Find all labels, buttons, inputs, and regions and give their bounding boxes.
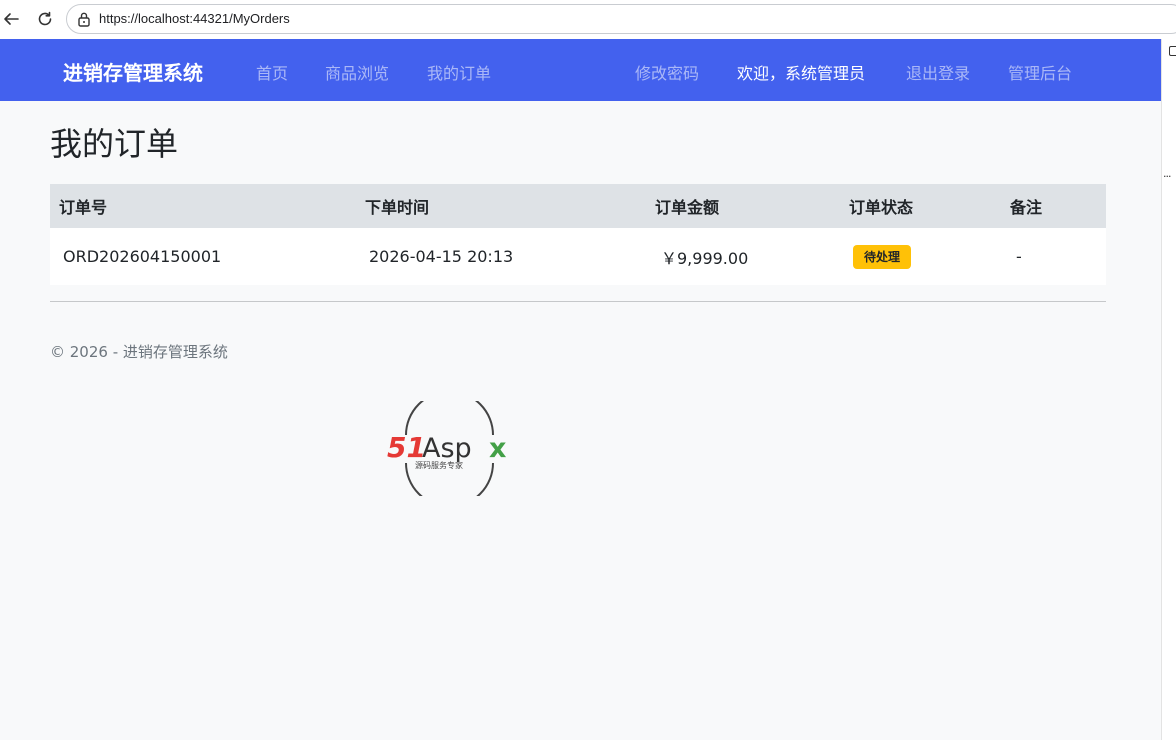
page-title: 我的订单 <box>50 125 179 163</box>
column-header-amount: 订单金额 <box>655 198 720 217</box>
column-header-note: 备注 <box>1010 198 1043 217</box>
nav-link-logout[interactable]: 退出登录 <box>906 60 970 84</box>
order-status-cell: 待处理 <box>849 228 1010 285</box>
column-header-order-time: 下单时间 <box>365 198 430 217</box>
navbar-brand[interactable]: 进销存管理系统 <box>63 57 203 86</box>
welcome-user-text: 欢迎，系统管理员 <box>737 64 866 83</box>
nav-link-admin[interactable]: 管理后台 <box>1008 60 1072 84</box>
back-arrow-icon <box>4 13 19 25</box>
nav-link-change-password[interactable]: 修改密码 <box>635 60 699 84</box>
column-header-status: 订单状态 <box>849 198 914 217</box>
nav-link-home[interactable]: 首页 <box>256 60 288 84</box>
navbar: 进销存管理系统 首页 商品浏览 我的订单 修改密码 欢迎，系统管理员 退出登录 … <box>0 39 1161 101</box>
table-header-row: 订单号 下单时间 订单金额 订单状态 备注 <box>50 184 1106 228</box>
footer-divider <box>50 301 1106 302</box>
footer-copyright: © 2026 - 进销存管理系统 <box>50 343 228 361</box>
nav-link-my-orders[interactable]: 我的订单 <box>427 60 491 84</box>
order-note-cell: - <box>1016 247 1022 266</box>
lock-icon <box>78 12 90 27</box>
logo-subtitle: 源码服务专家 <box>415 460 463 470</box>
logo-dark-text: Asp <box>422 433 472 464</box>
address-bar[interactable]: https://localhost:44321/MyOrders <box>66 4 1176 34</box>
logo-red-text: 51 <box>387 431 426 464</box>
logo-green-text: x <box>489 433 506 464</box>
watermark-logo: 51 Asp x 源码服务专家 <box>387 401 506 496</box>
status-badge: 待处理 <box>853 244 912 269</box>
sidebar-toggle-icon[interactable] <box>1169 46 1176 56</box>
side-panel-strip <box>1161 39 1176 740</box>
reload-icon <box>38 11 52 26</box>
order-amount-cell: ￥9,999.00 <box>661 248 749 268</box>
page-viewport: 进销存管理系统 首页 商品浏览 我的订单 修改密码 欢迎，系统管理员 退出登录 … <box>0 39 1161 740</box>
back-button[interactable] <box>0 8 22 30</box>
table-row: ORD202604150001 2026-04-15 20:13 ￥9,999.… <box>50 228 1106 285</box>
reload-button[interactable] <box>34 8 56 30</box>
nav-link-products[interactable]: 商品浏览 <box>325 60 389 84</box>
order-time-cell: 2026-04-15 20:13 <box>369 247 514 266</box>
column-header-order-no: 订单号 <box>59 198 108 217</box>
order-no-cell: ORD202604150001 <box>63 247 222 266</box>
url-text: https://localhost:44321/MyOrders <box>99 11 290 26</box>
more-options-icon[interactable]: ··· <box>1163 170 1171 183</box>
browser-toolbar: https://localhost:44321/MyOrders <box>0 0 1176 39</box>
orders-table: 订单号 下单时间 订单金额 订单状态 备注 ORD202604150001 20… <box>50 184 1106 285</box>
